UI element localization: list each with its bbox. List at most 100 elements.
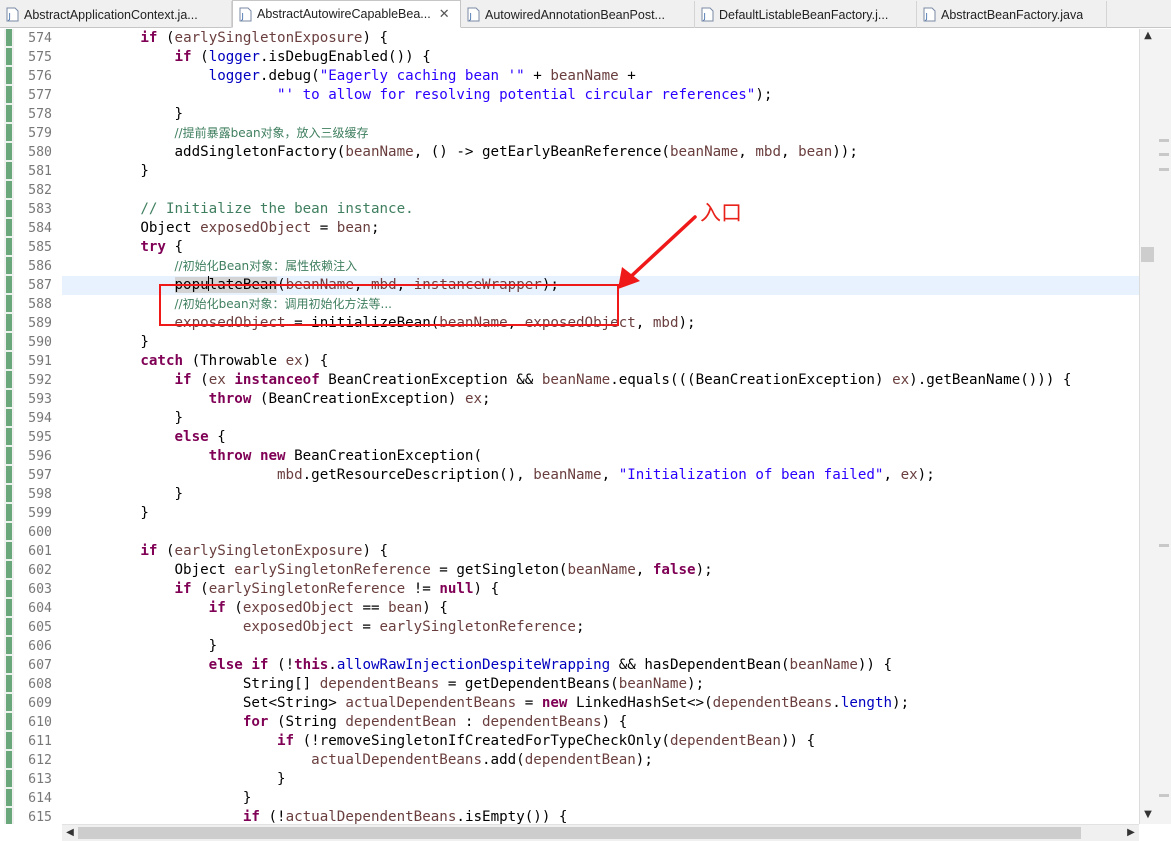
close-icon[interactable]: ✕ (439, 6, 450, 22)
tab-abstract-application-context[interactable]: J AbstractApplicationContext.ja... (0, 1, 232, 28)
code-line[interactable]: } (72, 504, 149, 523)
tab-abstract-bean-factory[interactable]: J AbstractBeanFactory.java (917, 1, 1107, 28)
code-token: = (311, 220, 337, 236)
code-line[interactable]: } (72, 485, 183, 504)
line-number: 575 (28, 50, 52, 65)
code-line[interactable]: if (logger.isDebugEnabled()) { (72, 48, 431, 67)
code-token: Object (72, 562, 235, 578)
tab-autowired-annotation-bean-post[interactable]: J AutowiredAnnotationBeanPost... (461, 1, 695, 28)
vertical-scrollbar-thumb[interactable] (1141, 247, 1154, 262)
svg-text:J: J (703, 12, 706, 21)
code-line[interactable]: Set<String> actualDependentBeans = new L… (72, 694, 909, 713)
code-line[interactable]: //提前暴露bean对象，放入三级缓存 (72, 124, 369, 143)
scroll-right-icon[interactable]: ▶ (1124, 826, 1138, 840)
code-line[interactable]: } (72, 789, 252, 808)
code-token: allowRawInjectionDespiteWrapping (336, 657, 611, 673)
code-token: logger (208, 68, 260, 84)
line-number: 612 (28, 753, 52, 768)
code-token: .getResourceDescription(), (302, 467, 534, 483)
overview-marker[interactable] (1159, 168, 1169, 171)
code-token: = getDependentBeans( (439, 676, 619, 692)
line-number: 608 (28, 677, 52, 692)
code-token: } (72, 106, 184, 122)
code-token: } (72, 410, 184, 426)
code-line[interactable]: } (72, 409, 183, 428)
code-line[interactable]: throw new BeanCreationException( (72, 447, 482, 466)
code-token: .isEmpty()) { (456, 809, 568, 824)
code-line[interactable]: exposedObject = earlySingletonReference; (72, 618, 585, 637)
line-number: 604 (28, 601, 52, 616)
line-number: 583 (28, 202, 52, 217)
line-number: 587 (28, 278, 52, 293)
tab-abstract-autowire-capable-bean-factory[interactable]: J AbstractAutowireCapableBea... ✕ (232, 0, 461, 28)
code-line[interactable]: if (earlySingletonExposure) { (72, 542, 388, 561)
overview-ruler[interactable]: ▲ ▼ (1139, 29, 1171, 824)
code-line[interactable]: Object exposedObject = bean; (72, 219, 380, 238)
overview-marker[interactable] (1159, 153, 1169, 156)
code-token: } (72, 486, 184, 502)
code-token: ex (892, 372, 910, 388)
scroll-up-icon[interactable]: ▲ (1141, 29, 1155, 43)
code-line[interactable]: if (exposedObject == bean) { (72, 599, 448, 618)
code-area[interactable]: if (earlySingletonExposure) { if (logger… (62, 29, 1139, 824)
code-token: , (883, 467, 901, 483)
code-line[interactable]: catch (Throwable ex) { (72, 352, 328, 371)
code-line[interactable]: else if (!this.allowRawInjectionDespiteW… (72, 656, 892, 675)
code-token: { (165, 239, 184, 255)
java-file-icon: J (6, 7, 19, 22)
code-line[interactable]: throw (BeanCreationException) ex; (72, 390, 491, 409)
code-token: ex (285, 353, 303, 369)
code-token: exposedObject (200, 220, 312, 236)
code-line[interactable]: if (!actualDependentBeans.isEmpty()) { (72, 808, 568, 824)
code-token: + (524, 68, 551, 84)
code-line[interactable]: "' to allow for resolving potential circ… (72, 86, 772, 105)
overview-marker[interactable] (1159, 139, 1169, 142)
code-line[interactable]: //初始化Bean对象：属性依赖注入 (72, 257, 358, 276)
code-line[interactable]: if (earlySingletonExposure) { (72, 29, 388, 48)
code-token: Object (72, 220, 201, 236)
scroll-left-icon[interactable]: ◀ (63, 826, 77, 840)
code-token: bean (798, 144, 833, 160)
code-token: ; (370, 220, 380, 236)
code-line[interactable]: if (!removeSingletonIfCreatedForTypeChec… (72, 732, 815, 751)
code-token: ( (225, 600, 243, 616)
scroll-down-icon[interactable]: ▼ (1141, 808, 1155, 822)
horizontal-scrollbar[interactable]: ◀ ▶ (62, 824, 1139, 841)
code-line[interactable]: try { (72, 238, 183, 257)
code-editor[interactable]: 574 575 576 577 578 579 580 581 582 583 584 585 586 5… (0, 29, 1171, 841)
svg-text:J: J (925, 12, 928, 21)
overview-marker[interactable] (1159, 794, 1169, 797)
code-line[interactable]: addSingletonFactory(beanName, () -> getE… (72, 143, 857, 162)
line-number: 581 (28, 164, 52, 179)
line-number: 615 (28, 810, 52, 825)
code-line[interactable]: if (ex instanceof BeanCreationException … (72, 371, 1072, 390)
java-file-icon: J (701, 7, 714, 22)
code-line[interactable]: if (earlySingletonReference != null) { (72, 580, 500, 599)
code-token: . (328, 657, 337, 673)
code-line[interactable]: logger.debug("Eagerly caching bean '" + … (72, 67, 636, 86)
overview-marker[interactable] (1159, 544, 1169, 547)
code-line[interactable]: } (72, 162, 149, 181)
code-line[interactable]: } (72, 333, 149, 352)
code-line[interactable]: actualDependentBeans.add(dependentBean); (72, 751, 653, 770)
code-line[interactable]: String[] dependentBeans = getDependentBe… (72, 675, 704, 694)
tab-default-listable-bean-factory[interactable]: J DefaultListableBeanFactory.j... (695, 1, 917, 28)
line-number: 589 (28, 316, 52, 331)
code-line[interactable]: for (String dependentBean : dependentBea… (72, 713, 627, 732)
line-number: 600 (28, 525, 52, 540)
code-line[interactable]: else { (72, 428, 226, 447)
code-line[interactable]: Object earlySingletonReference = getSing… (72, 561, 712, 580)
code-line[interactable]: } (72, 637, 218, 656)
code-line[interactable]: mbd.getResourceDescription(), beanName, … (72, 466, 935, 485)
code-line[interactable]: // Initialize the bean instance. (72, 200, 413, 219)
code-token: .add( (482, 752, 525, 768)
code-line[interactable]: } (72, 770, 286, 789)
code-line[interactable]: } (72, 105, 183, 124)
horizontal-scrollbar-thumb[interactable] (78, 827, 1081, 839)
